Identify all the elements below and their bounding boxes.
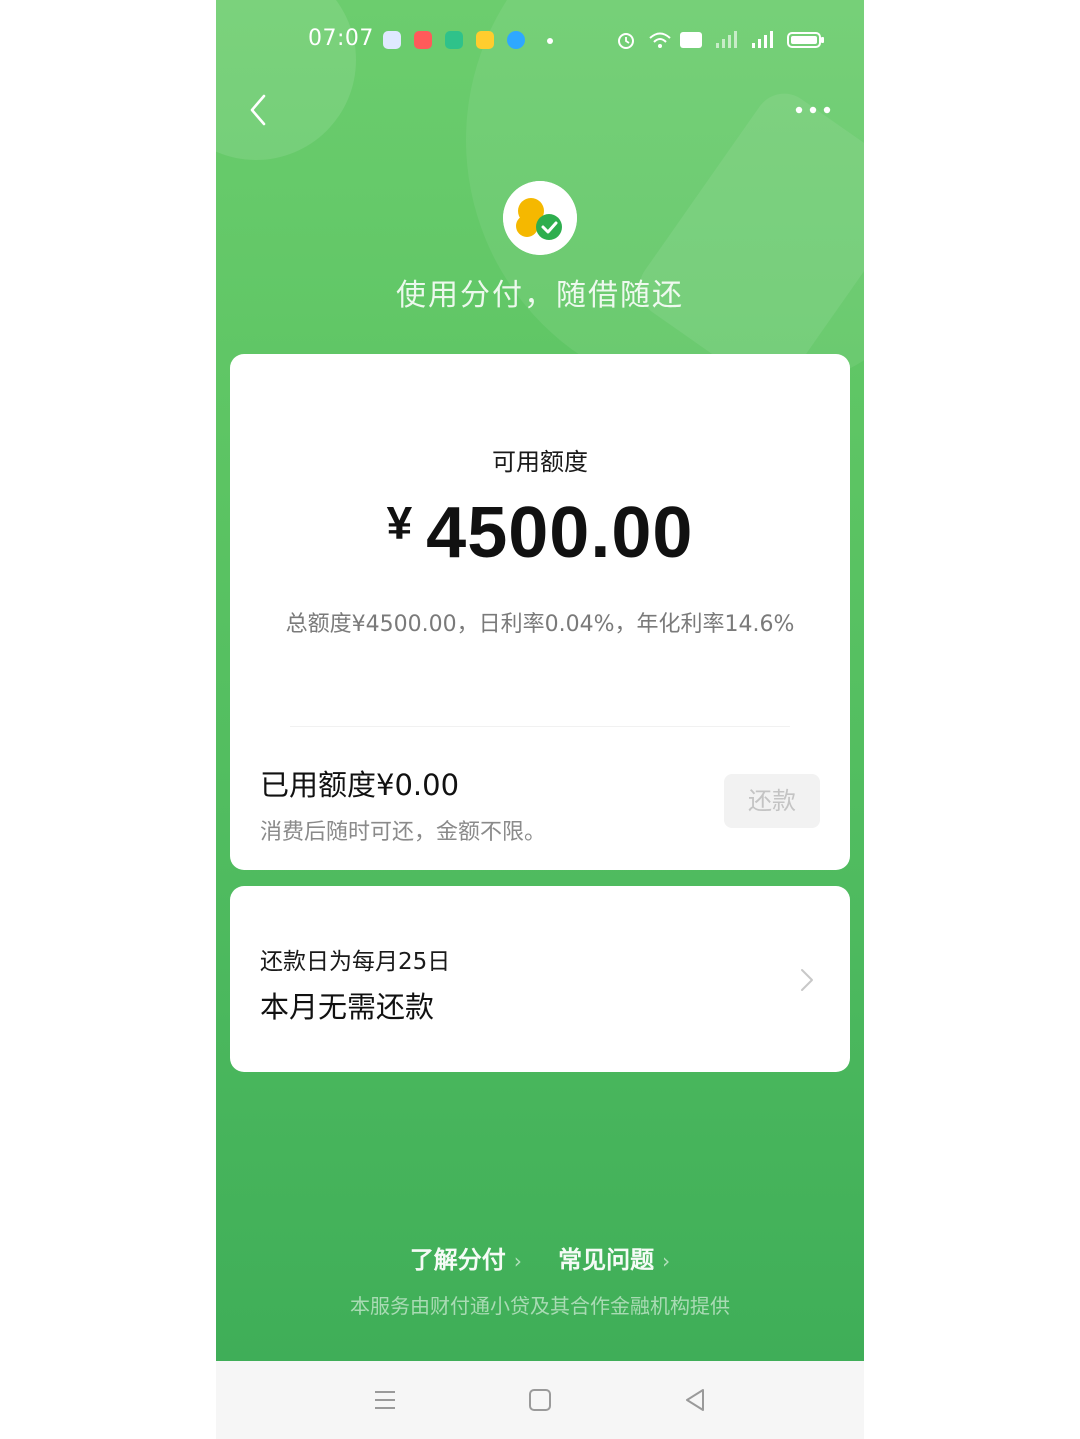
used-credit-label: 已用额度¥0.00	[260, 768, 460, 802]
fenfu-logo	[503, 181, 577, 255]
repayment-info-card[interactable]: 还款日为每月25日 本月无需还款	[230, 886, 850, 1072]
divider	[290, 726, 790, 727]
back-triangle-icon[interactable]	[680, 1385, 710, 1415]
menu-icon[interactable]	[370, 1385, 400, 1415]
faq-link[interactable]: 常见问题 ›	[558, 1240, 670, 1275]
notification-app-icon	[414, 31, 432, 49]
phone-screen: 07:07 使用分付，随借随还 可用额度 ¥ 4500.00 总额度¥4500.…	[216, 0, 864, 1439]
repayment-day-text: 还款日为每月25日	[260, 949, 451, 975]
credit-card: 可用额度 ¥4500.00 总额度¥4500.00，日利率0.04%，年化利率1…	[230, 354, 850, 870]
available-credit-amount: ¥4500.00	[230, 492, 850, 574]
chevron-right-icon	[801, 969, 813, 991]
slogan-text: 使用分付，随借随还	[396, 278, 684, 313]
service-provider-note: 本服务由财付通小贷及其合作金融机构提供	[350, 1294, 730, 1318]
credit-detail-text: 总额度¥4500.00，日利率0.04%，年化利率14.6%	[285, 612, 795, 637]
notification-app-icon	[383, 31, 401, 49]
chevron-right-icon: ›	[662, 1249, 671, 1273]
more-icon[interactable]	[788, 96, 838, 124]
available-credit-label: 可用额度	[492, 448, 588, 476]
learn-fenfu-link[interactable]: 了解分付 ›	[410, 1240, 522, 1275]
learn-fenfu-label: 了解分付	[409, 1246, 506, 1274]
notification-app-icon	[445, 31, 463, 49]
status-time: 07:07	[308, 26, 374, 51]
status-bar: 07:07	[216, 22, 864, 62]
faq-label: 常见问题	[558, 1246, 655, 1274]
hd-icon	[680, 32, 702, 48]
alarm-icon	[618, 33, 634, 49]
notification-app-icon	[476, 31, 494, 49]
amount-value: 4500.00	[426, 493, 694, 573]
system-navigation-bar	[216, 1361, 864, 1439]
back-icon[interactable]	[240, 88, 284, 132]
chevron-right-icon: ›	[513, 1249, 522, 1273]
repay-button[interactable]: 还款	[724, 774, 820, 828]
wifi-icon	[649, 32, 671, 48]
notification-app-icon	[507, 31, 525, 49]
more-notifications-dot	[547, 38, 553, 44]
repayment-status-text: 本月无需还款	[260, 990, 435, 1024]
used-credit-hint: 消费后随时可还，金额不限。	[260, 820, 547, 845]
signal-icon	[752, 31, 773, 48]
currency-symbol: ¥	[386, 497, 413, 549]
signal-icon	[716, 31, 737, 48]
battery-icon	[787, 32, 824, 48]
footer-links: 了解分付 › 常见问题 ›	[216, 1240, 864, 1275]
home-icon[interactable]	[525, 1385, 555, 1415]
